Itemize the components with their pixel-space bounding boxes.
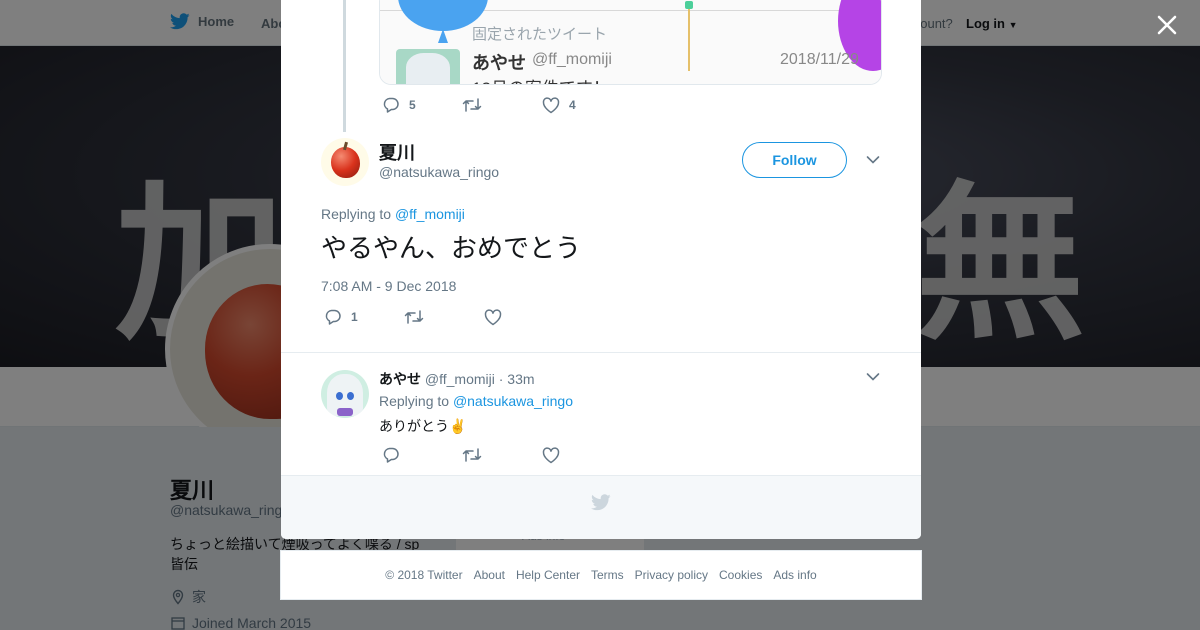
reply-button[interactable]: 5 [382,96,462,114]
reply-tweet-header: あやせ @ff_momiji · 33m [379,369,535,389]
replying-to-link[interactable]: @ff_momiji [395,206,465,222]
reply-icon [383,97,399,113]
reply-tweet-actions [382,446,560,464]
reply-tweet-text: ありがとう✌️ [379,419,467,435]
main-replying-to: Replying to @ff_momiji [321,206,465,222]
reply-tweet-avatar[interactable] [321,370,369,418]
quoted-name: あやせ [472,53,526,73]
quoted-pinned-label: 固定されたツイート [472,26,608,43]
tweet-modal: 固定されたツイート あやせ @ff_momiji 2018/11/29 12月の… [281,0,921,539]
reply-tweet-handle[interactable]: @ff_momiji [425,371,495,387]
reply-button[interactable]: 1 [324,308,404,326]
footer-link-terms[interactable]: Terms [591,568,624,582]
quoted-date: 2018/11/29 [780,51,859,68]
like-button[interactable] [542,446,560,464]
modal-footer [281,475,921,539]
heart-icon [484,308,502,325]
like-count: 4 [569,98,576,112]
main-tweet-text: やるやん、おめでとう [321,234,582,264]
balloon-string-graphic [688,1,690,71]
like-button[interactable] [484,308,511,326]
parent-tweet-actions: 5 4 [382,96,576,114]
main-tweet-timestamp[interactable]: 7:08 AM - 9 Dec 2018 [321,278,456,294]
footer-link-ads-info[interactable]: Ads info [773,568,816,582]
chevron-down-icon[interactable] [866,155,880,165]
retweet-icon [462,98,482,112]
footer-link-help-center[interactable]: Help Center [516,568,580,582]
close-icon[interactable] [1152,10,1182,40]
retweet-icon [462,448,482,462]
main-tweet-handle[interactable]: @natsukawa_ringo [379,164,499,180]
reply-count: 1 [351,310,358,324]
quoted-text: 12月の案件です！ [472,74,610,84]
footer-link-about[interactable]: About [474,568,505,582]
main-tweet-avatar[interactable] [321,138,369,186]
thread-connector [343,0,346,132]
quoted-handle: @ff_momiji [532,51,612,68]
quoted-tweet-image[interactable]: 固定されたツイート あやせ @ff_momiji 2018/11/29 12月の… [379,0,882,85]
retweet-button[interactable] [462,447,542,463]
reply-button[interactable] [382,446,462,464]
retweet-button[interactable] [462,97,542,113]
main-tweet-name[interactable]: 夏川 [379,139,415,165]
reply-tweet-name[interactable]: あやせ [379,372,421,388]
quoted-avatar [396,49,460,84]
reply-divider [281,352,921,353]
replying-prefix: Replying to [379,393,450,409]
balloon-clip-graphic [685,1,693,9]
chevron-down-icon[interactable] [866,372,880,382]
reply-icon [383,447,399,463]
retweet-icon [404,310,424,324]
heart-icon [542,96,560,113]
follow-button[interactable]: Follow [742,142,847,178]
footer-link-privacy[interactable]: Privacy policy [635,568,708,582]
replying-prefix: Replying to [321,206,392,222]
replying-to-link[interactable]: @natsukawa_ringo [453,393,573,409]
retweet-button[interactable] [404,309,484,325]
reply-icon [325,309,341,325]
main-tweet-actions: 1 [324,308,511,326]
footer-copyright: © 2018 Twitter [385,568,463,582]
reply-count: 5 [409,98,416,112]
reply-tweet-time[interactable]: · 33m [499,371,535,387]
footer-links: © 2018 Twitter About Help Center Terms P… [280,550,922,600]
like-button[interactable]: 4 [542,96,576,114]
twitter-bird-icon [591,494,611,511]
heart-icon [542,446,560,463]
footer-link-cookies[interactable]: Cookies [719,568,762,582]
reply-replying-to: Replying to @natsukawa_ringo [379,393,573,409]
